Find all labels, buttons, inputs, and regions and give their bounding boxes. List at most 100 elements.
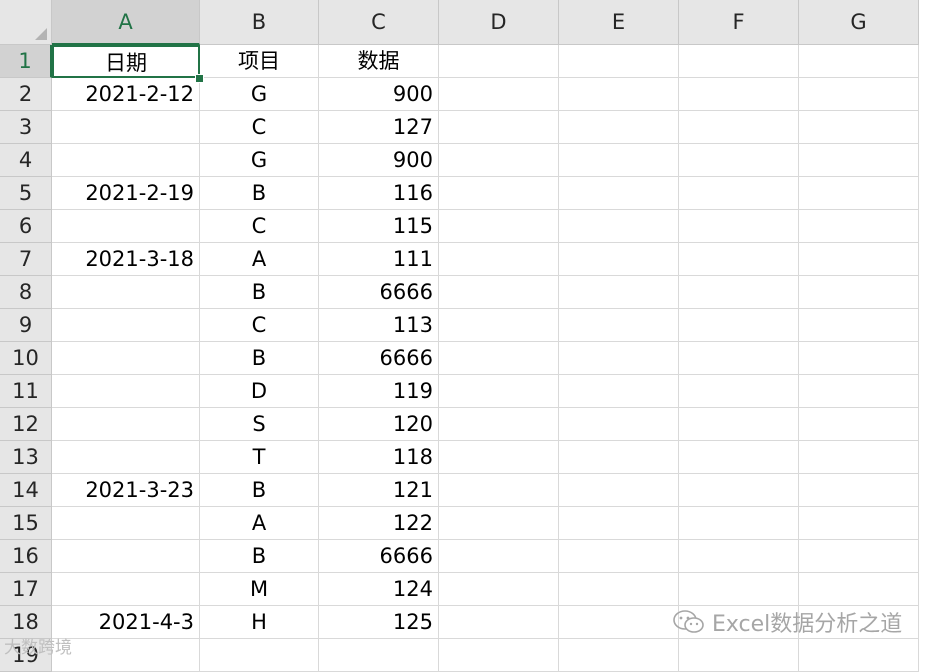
cell-b15[interactable]: A: [200, 507, 319, 540]
cell-d17[interactable]: [439, 573, 559, 606]
cell-b11[interactable]: D: [200, 375, 319, 408]
row-header-4[interactable]: 4: [0, 144, 52, 177]
cell-b19[interactable]: [200, 639, 319, 672]
cell-d3[interactable]: [439, 111, 559, 144]
cell-b16[interactable]: B: [200, 540, 319, 573]
cell-g10[interactable]: [799, 342, 919, 375]
cell-c18[interactable]: 125: [319, 606, 439, 639]
cell-f15[interactable]: [679, 507, 799, 540]
cell-b2[interactable]: G: [200, 78, 319, 111]
cell-e4[interactable]: [559, 144, 679, 177]
row-header-13[interactable]: 13: [0, 441, 52, 474]
cell-e8[interactable]: [559, 276, 679, 309]
cell-a9[interactable]: [52, 309, 200, 342]
cell-g7[interactable]: [799, 243, 919, 276]
row-header-14[interactable]: 14: [0, 474, 52, 507]
cell-a12[interactable]: [52, 408, 200, 441]
cell-d14[interactable]: [439, 474, 559, 507]
column-header-c[interactable]: C: [319, 0, 439, 45]
cell-e9[interactable]: [559, 309, 679, 342]
cell-c3[interactable]: 127: [319, 111, 439, 144]
cell-a8[interactable]: [52, 276, 200, 309]
cell-e15[interactable]: [559, 507, 679, 540]
cell-e17[interactable]: [559, 573, 679, 606]
cell-c14[interactable]: 121: [319, 474, 439, 507]
cell-c12[interactable]: 120: [319, 408, 439, 441]
cell-b7[interactable]: A: [200, 243, 319, 276]
cell-g17[interactable]: [799, 573, 919, 606]
cell-c17[interactable]: 124: [319, 573, 439, 606]
cell-g9[interactable]: [799, 309, 919, 342]
cell-c19[interactable]: [319, 639, 439, 672]
cell-d18[interactable]: [439, 606, 559, 639]
cell-a13[interactable]: [52, 441, 200, 474]
row-header-11[interactable]: 11: [0, 375, 52, 408]
cell-g16[interactable]: [799, 540, 919, 573]
cell-e19[interactable]: [559, 639, 679, 672]
cell-b10[interactable]: B: [200, 342, 319, 375]
cell-f19[interactable]: [679, 639, 799, 672]
cell-a6[interactable]: [52, 210, 200, 243]
cell-a16[interactable]: [52, 540, 200, 573]
row-header-10[interactable]: 10: [0, 342, 52, 375]
cell-a18[interactable]: 2021-4-3: [52, 606, 200, 639]
column-header-f[interactable]: F: [679, 0, 799, 45]
row-header-8[interactable]: 8: [0, 276, 52, 309]
cell-a4[interactable]: [52, 144, 200, 177]
cell-g5[interactable]: [799, 177, 919, 210]
cell-a17[interactable]: [52, 573, 200, 606]
column-header-e[interactable]: E: [559, 0, 679, 45]
cell-d16[interactable]: [439, 540, 559, 573]
cell-c2[interactable]: 900: [319, 78, 439, 111]
cell-d9[interactable]: [439, 309, 559, 342]
cell-a7[interactable]: 2021-3-18: [52, 243, 200, 276]
cell-a14[interactable]: 2021-3-23: [52, 474, 200, 507]
cell-b14[interactable]: B: [200, 474, 319, 507]
cell-g8[interactable]: [799, 276, 919, 309]
select-all-button[interactable]: [0, 0, 52, 45]
cell-f6[interactable]: [679, 210, 799, 243]
cell-f16[interactable]: [679, 540, 799, 573]
cell-b13[interactable]: T: [200, 441, 319, 474]
cell-g11[interactable]: [799, 375, 919, 408]
cell-c6[interactable]: 115: [319, 210, 439, 243]
cell-e18[interactable]: [559, 606, 679, 639]
cell-f14[interactable]: [679, 474, 799, 507]
cell-f13[interactable]: [679, 441, 799, 474]
cell-e5[interactable]: [559, 177, 679, 210]
row-header-17[interactable]: 17: [0, 573, 52, 606]
cell-a10[interactable]: [52, 342, 200, 375]
cell-f5[interactable]: [679, 177, 799, 210]
cell-c5[interactable]: 116: [319, 177, 439, 210]
cell-f7[interactable]: [679, 243, 799, 276]
cell-d6[interactable]: [439, 210, 559, 243]
cell-d8[interactable]: [439, 276, 559, 309]
cell-f10[interactable]: [679, 342, 799, 375]
cell-f8[interactable]: [679, 276, 799, 309]
cell-a2[interactable]: 2021-2-12: [52, 78, 200, 111]
cell-g3[interactable]: [799, 111, 919, 144]
column-header-b[interactable]: B: [200, 0, 319, 45]
cell-d19[interactable]: [439, 639, 559, 672]
row-header-2[interactable]: 2: [0, 78, 52, 111]
cell-g4[interactable]: [799, 144, 919, 177]
cell-f4[interactable]: [679, 144, 799, 177]
row-header-12[interactable]: 12: [0, 408, 52, 441]
cell-b1[interactable]: 项目: [200, 45, 319, 78]
cell-d7[interactable]: [439, 243, 559, 276]
cell-b18[interactable]: H: [200, 606, 319, 639]
column-header-a[interactable]: A: [52, 0, 200, 45]
cell-e7[interactable]: [559, 243, 679, 276]
cell-g13[interactable]: [799, 441, 919, 474]
cell-b17[interactable]: M: [200, 573, 319, 606]
cell-f17[interactable]: [679, 573, 799, 606]
cell-e6[interactable]: [559, 210, 679, 243]
cell-g2[interactable]: [799, 78, 919, 111]
cell-d10[interactable]: [439, 342, 559, 375]
cell-b8[interactable]: B: [200, 276, 319, 309]
cell-a15[interactable]: [52, 507, 200, 540]
cell-c4[interactable]: 900: [319, 144, 439, 177]
cell-e14[interactable]: [559, 474, 679, 507]
cell-e2[interactable]: [559, 78, 679, 111]
cell-e16[interactable]: [559, 540, 679, 573]
